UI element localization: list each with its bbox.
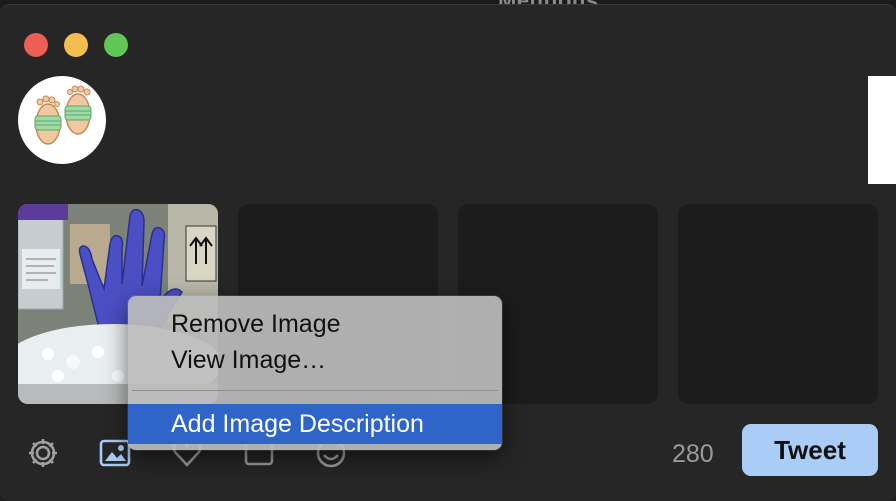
menu-separator [132,390,498,391]
menu-item-add-image-description[interactable]: Add Image Description [128,404,502,444]
menu-item-view-image[interactable]: View Image… [128,344,502,376]
tweet-button[interactable]: Tweet [742,424,878,476]
minimize-window-button[interactable] [64,33,88,57]
avatar[interactable] [18,76,106,164]
zoom-window-button[interactable] [104,33,128,57]
image-context-menu: Remove Image View Image… Add Image Descr… [128,296,502,450]
empty-media-slot[interactable] [678,204,878,404]
feet-with-masks-icon [34,85,92,145]
image-icon[interactable] [98,436,132,470]
edge-panel [868,76,896,184]
gear-icon[interactable] [26,436,60,470]
close-window-button[interactable] [24,33,48,57]
menu-item-remove-image[interactable]: Remove Image [128,308,502,340]
character-count: 280 [672,440,714,468]
